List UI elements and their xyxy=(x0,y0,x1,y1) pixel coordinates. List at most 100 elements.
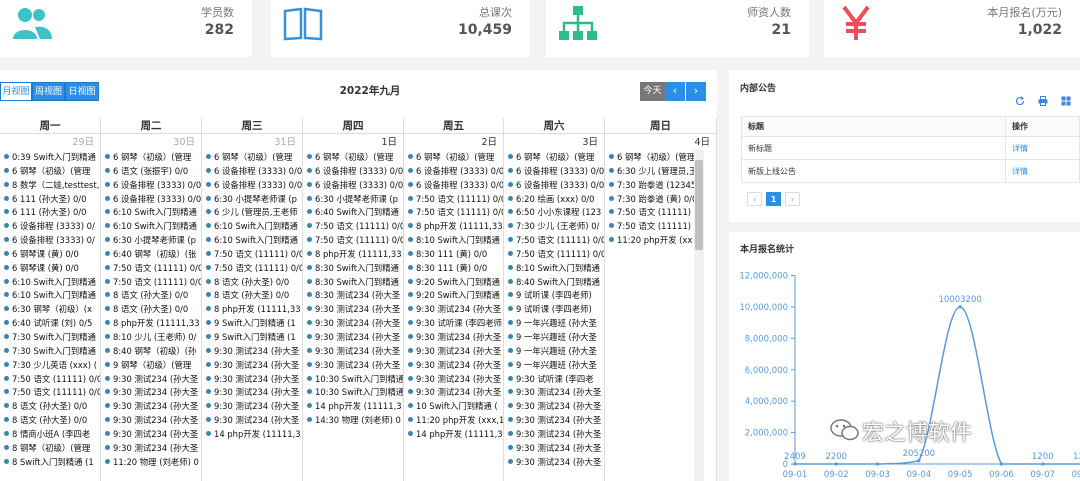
calendar-event[interactable]: 8 Swift入门到精通 (1 xyxy=(0,456,100,470)
calendar-event[interactable]: 9:30 测试234 (孙大圣 xyxy=(404,373,503,387)
calendar-event[interactable]: 9:30 测试234 (孙大圣 xyxy=(101,414,201,428)
calendar-event[interactable]: 9:20 Swift入门到精通 xyxy=(404,289,503,303)
calendar-event[interactable]: 9 试听课 (李四老师) xyxy=(504,303,604,317)
calendar-event[interactable]: 9:20 Swift入门到精通 xyxy=(404,276,503,290)
next-month-button[interactable]: › xyxy=(686,82,706,101)
calendar-event[interactable]: 6:10 Swift入门到精通 xyxy=(202,220,302,234)
calendar-event[interactable]: 6:40 Swift入门到精通 xyxy=(303,206,403,220)
calendar-event[interactable]: 9:30 测试234 (孙大圣 xyxy=(404,331,503,345)
calendar-event[interactable]: 8 php开发 (11111,33 xyxy=(101,317,201,331)
calendar-event[interactable]: 6 设备排程 (3333) 0/ xyxy=(0,220,100,234)
calendar-event[interactable]: 10:30 Swift入门到精通 xyxy=(303,386,403,400)
calendar-event[interactable]: 9:30 测试234 (孙大圣 xyxy=(202,345,302,359)
calendar-event[interactable]: 6 钢琴（初级）(管理 xyxy=(202,151,302,165)
calendar-event[interactable]: 6 设备排程 (3333) 0/0 xyxy=(504,179,604,193)
calendar-event[interactable]: 9:30 测试234 (孙大圣 xyxy=(101,386,201,400)
day-cell[interactable]: 1日 6 钢琴（初级）(管理 6 设备排程 (3333) 0/0 6 设备排程 (33… xyxy=(303,134,404,481)
detail-link[interactable]: 详情 xyxy=(1005,136,1080,160)
calendar-event[interactable]: 8 语文 (孙大圣) 0/0 xyxy=(202,289,302,303)
calendar-event[interactable]: 7:50 语文 (11111) 0/0 xyxy=(404,206,503,220)
calendar-event[interactable]: 6 设备排程 (3333) 0/0 xyxy=(101,193,201,207)
calendar-event[interactable]: 8:30 111 (黄) 0/0 xyxy=(404,248,503,262)
calendar-event[interactable]: 9:30 测试234 (孙大圣 xyxy=(404,303,503,317)
today-button[interactable]: 今天 xyxy=(640,82,665,101)
calendar-event[interactable]: 6:20 绘画 (xxx) 0/0 xyxy=(504,193,604,207)
week-view-button[interactable]: 周视图 xyxy=(32,82,65,101)
calendar-event[interactable]: 6:30 钢琴（初级）(x xyxy=(0,303,100,317)
calendar-event[interactable]: 6:40 试听课 (刘) 0/5 xyxy=(0,317,100,331)
print-icon[interactable] xyxy=(1038,96,1048,106)
scrollbar-thumb[interactable] xyxy=(695,160,703,250)
page-next-button[interactable]: › xyxy=(785,192,800,206)
calendar-event[interactable]: 9:30 测试234 (孙大圣 xyxy=(202,386,302,400)
calendar-event[interactable]: 0:39 Swift入门到精通 xyxy=(0,151,100,165)
calendar-event[interactable]: 6 设备排程 (3333) 0/0 xyxy=(404,179,503,193)
page-prev-button[interactable]: ‹ xyxy=(747,192,762,206)
calendar-event[interactable]: 7:50 语文 (11111) 0/0 xyxy=(0,386,100,400)
month-view-button[interactable]: 月视图 xyxy=(0,82,32,101)
calendar-event[interactable]: 9:30 测试234 (孙大圣 xyxy=(202,373,302,387)
calendar-scrollbar[interactable] xyxy=(694,150,704,481)
calendar-event[interactable]: 7:50 语文 (11111) 0/0 xyxy=(504,234,604,248)
calendar-event[interactable]: 9:30 测试234 (孙大圣 xyxy=(303,345,403,359)
calendar-event[interactable]: 6:40 钢琴（初级）(张 xyxy=(101,248,201,262)
calendar-event[interactable]: 8:10 Swift入门到精通 xyxy=(404,234,503,248)
calendar-event[interactable]: 6 设备排程 (3333) 0/0 xyxy=(202,165,302,179)
calendar-event[interactable]: 9:30 测试234 (孙大圣 xyxy=(504,428,604,442)
calendar-event[interactable]: 6:30 小提琴老师课 (p xyxy=(101,234,201,248)
calendar-event[interactable]: 8:30 111 (黄) 0/0 xyxy=(404,262,503,276)
calendar-event[interactable]: 8:10 少儿 (王老师) 0/ xyxy=(101,331,201,345)
calendar-event[interactable]: 8:30 Swift入门到精通 xyxy=(303,276,403,290)
calendar-event[interactable]: 10 Swift入门到精通 ( xyxy=(404,400,503,414)
day-cell[interactable]: 31日 6 钢琴（初级）(管理 6 设备排程 (3333) 0/0 6 设备排程 (3… xyxy=(202,134,303,481)
refresh-icon[interactable] xyxy=(1015,96,1025,106)
calendar-event[interactable]: 8 语文 (孙大圣) 0/0 xyxy=(0,414,100,428)
calendar-event[interactable]: 7:50 语文 (11111) 0/0 xyxy=(504,248,604,262)
calendar-event[interactable]: 6 设备排程 (3333) 0/0 xyxy=(303,165,403,179)
calendar-event[interactable]: 6:50 小小东课程 (123 xyxy=(504,206,604,220)
calendar-event[interactable]: 7:50 语文 (11111) 0/0 xyxy=(303,234,403,248)
calendar-event[interactable]: 9:30 测试234 (孙大圣 xyxy=(504,442,604,456)
calendar-event[interactable]: 14 php开发 (11111,3 xyxy=(303,400,403,414)
calendar-event[interactable]: 8:10 Swift入门到精通 xyxy=(504,262,604,276)
calendar-event[interactable]: 7:50 语文 (11111) 0/0 xyxy=(101,276,201,290)
calendar-event[interactable]: 6:30 小提琴老师课 (p xyxy=(303,193,403,207)
calendar-event[interactable]: 7:30 少儿英语 (xxx) ( xyxy=(0,359,100,373)
day-view-button[interactable]: 日视图 xyxy=(65,82,99,101)
calendar-event[interactable]: 9:30 测试234 (孙大圣 xyxy=(504,386,604,400)
calendar-event[interactable]: 6 设备排程 (3333) 0/0 xyxy=(303,179,403,193)
calendar-event[interactable]: 9 Swift入门到精通 (1 xyxy=(202,331,302,345)
calendar-event[interactable]: 6 钢琴（初级）(管理 xyxy=(303,151,403,165)
calendar-event[interactable]: 6 111 (孙大圣) 0/0 xyxy=(0,206,100,220)
calendar-event[interactable]: 8:40 钢琴（初级）(孙 xyxy=(101,345,201,359)
calendar-event[interactable]: 9:30 测试234 (孙大圣 xyxy=(303,303,403,317)
calendar-event[interactable]: 11:20 php开发 (xxx,1 xyxy=(404,414,503,428)
calendar-event[interactable]: 9:30 测试234 (孙大圣 xyxy=(101,428,201,442)
grid-icon[interactable] xyxy=(1061,96,1071,106)
calendar-event[interactable]: 9:30 测试234 (孙大圣 xyxy=(202,414,302,428)
calendar-event[interactable]: 7:30 少儿 (王老师) 0/ xyxy=(504,220,604,234)
calendar-event[interactable]: 8:30 Swift入门到精通 xyxy=(303,262,403,276)
calendar-event[interactable]: 9 Swift入门到精通 (1 xyxy=(202,317,302,331)
calendar-event[interactable]: 6 设备排程 (3333) 0/0 xyxy=(504,165,604,179)
prev-month-button[interactable]: ‹ xyxy=(665,82,685,101)
calendar-event[interactable]: 6 111 (孙大圣) 0/0 xyxy=(0,193,100,207)
calendar-event[interactable]: 9:30 试听课 (李四老 xyxy=(504,373,604,387)
calendar-event[interactable]: 9:30 测试234 (孙大圣 xyxy=(202,400,302,414)
calendar-event[interactable]: 6 钢琴课 (黄) 0/0 xyxy=(0,248,100,262)
calendar-event[interactable]: 9:30 试听课 (李四老师 xyxy=(404,317,503,331)
calendar-event[interactable]: 8 语文 (孙大圣) 0/0 xyxy=(202,276,302,290)
day-cell[interactable]: 30日 6 钢琴（初级）(管理 6 语文 (张振宇) 0/0 6 设备排程 (3333… xyxy=(101,134,202,481)
calendar-event[interactable]: 9 一年兴趣班 (孙大圣 xyxy=(504,359,604,373)
calendar-event[interactable]: 8 php开发 (11111,33 xyxy=(303,248,403,262)
calendar-event[interactable]: 9:30 测试234 (孙大圣 xyxy=(101,442,201,456)
calendar-event[interactable]: 6 设备排程 (3333) 0/ xyxy=(0,234,100,248)
calendar-event[interactable]: 9 一年兴趣班 (孙大圣 xyxy=(504,345,604,359)
calendar-event[interactable]: 7:50 语文 (11111) 0/0 xyxy=(101,262,201,276)
calendar-event[interactable]: 9:30 测试234 (孙大圣 xyxy=(303,331,403,345)
calendar-event[interactable]: 8 php开发 (11111,33 xyxy=(404,220,503,234)
calendar-event[interactable]: 6:10 Swift入门到精通 xyxy=(0,276,100,290)
calendar-event[interactable]: 9:30 测试234 (孙大圣 xyxy=(202,359,302,373)
calendar-event[interactable]: 9:30 测试234 (孙大圣 xyxy=(101,373,201,387)
calendar-event[interactable]: 9 钢琴（初级）(管理 xyxy=(101,359,201,373)
